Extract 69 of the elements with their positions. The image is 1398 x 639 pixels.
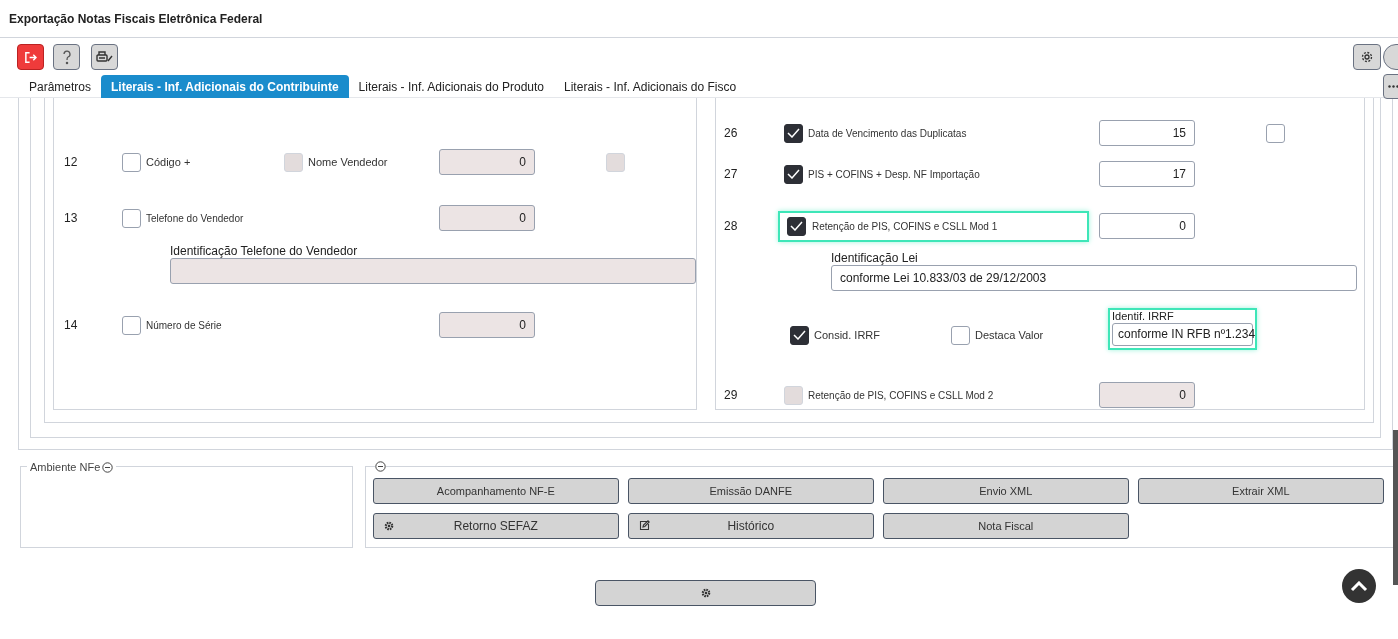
number-field: 0 — [1099, 382, 1195, 408]
text-field[interactable]: conforme Lei 10.833/03 de 29/12/2003 — [831, 265, 1357, 291]
action-button[interactable]: Acompanhamento NF-E — [372, 478, 619, 504]
collapse-icon[interactable] — [102, 461, 114, 473]
settings-icon — [1361, 51, 1373, 63]
action-button[interactable]: Envio XML — [882, 478, 1129, 504]
checkbox[interactable] — [784, 123, 803, 143]
action-button[interactable]: Nota Fiscal — [882, 513, 1129, 539]
collapse-icon[interactable] — [374, 461, 386, 472]
action-button[interactable]: Extrair XML — [1137, 478, 1384, 504]
row-number: 26 — [724, 125, 739, 142]
field-label: Identificação Lei — [831, 251, 919, 265]
checkbox[interactable] — [790, 325, 809, 345]
help-icon — [61, 49, 72, 65]
tab[interactable]: Parâmetros — [19, 75, 102, 98]
checkbox-label: Retenção de PIS, COFINS e CSLL Mod 2 — [808, 388, 994, 403]
checkbox-label: Destaca Valor — [975, 327, 1044, 343]
number-field: 0 — [439, 149, 535, 175]
tab[interactable]: Literais - Inf. Adicionais do Fisco — [554, 75, 747, 98]
field-label: Identificação Telefone do Vendedor — [170, 244, 359, 258]
chevron-up-icon — [1350, 580, 1368, 592]
action-button[interactable]: Emissão DANFE — [627, 478, 874, 504]
tab[interactable]: Literais - Inf. Adicionais do Produto — [348, 75, 555, 98]
checkbox[interactable] — [122, 315, 141, 335]
field-label: Identif. IRRF — [1112, 310, 1175, 323]
checkbox-label: PIS + COFINS + Desp. NF Importação — [808, 167, 980, 182]
tab[interactable]: Literais - Inf. Adicionais do Contribuinte — [101, 75, 349, 98]
checkbox-label: Telefone do Vendedor — [146, 211, 244, 226]
action-button[interactable]: Histórico — [627, 513, 874, 539]
more-icon — [1388, 85, 1398, 88]
checkbox-label: Nome Vendedor — [308, 154, 388, 170]
gear-icon — [383, 521, 394, 531]
row-number: 13 — [64, 210, 79, 227]
help-button[interactable] — [53, 44, 80, 70]
checkbox[interactable] — [122, 152, 141, 172]
number-field[interactable]: 15 — [1099, 120, 1195, 146]
checkbox[interactable] — [787, 216, 806, 236]
exit-button[interactable] — [17, 44, 44, 70]
checkbox[interactable] — [122, 208, 141, 228]
number-field[interactable]: 17 — [1099, 161, 1195, 187]
checkbox-label: Data de Vencimento das Duplicatas — [808, 126, 967, 141]
checkbox[interactable] — [1266, 123, 1285, 143]
exit-icon — [24, 50, 37, 64]
checkbox-label: Número de Série — [146, 318, 222, 333]
number-field: 0 — [439, 205, 535, 231]
row-number: 28 — [724, 218, 739, 235]
window-title: Exportação Notas Fiscais Eletrônica Federal — [9, 10, 263, 28]
row-number: 29 — [724, 387, 739, 404]
panel-legend: Ambiente NFe — [30, 459, 101, 476]
checkbox-label: Retenção de PIS, COFINS e CSLL Mod 1 — [812, 219, 998, 234]
checkbox[interactable] — [784, 164, 803, 184]
edit-icon — [638, 520, 650, 531]
checkbox-label: Código + — [146, 154, 191, 170]
gear-icon — [700, 588, 711, 598]
number-field[interactable]: 0 — [1099, 213, 1195, 239]
settings-button[interactable] — [595, 580, 816, 606]
printer-icon — [96, 51, 113, 63]
number-field: 0 — [439, 312, 535, 338]
text-field[interactable]: conforme IN RFB nº1.234 — [1112, 323, 1253, 346]
scroll-to-top-button[interactable] — [1342, 569, 1376, 603]
settings-button[interactable] — [1353, 44, 1381, 70]
checkbox-label: Consid. IRRF — [814, 327, 881, 343]
row-number: 14 — [64, 317, 79, 334]
action-button[interactable]: Retorno SEFAZ — [372, 513, 619, 539]
scrollbar-thumb[interactable] — [1393, 430, 1398, 585]
checkbox[interactable] — [951, 325, 970, 345]
row-number: 27 — [724, 166, 739, 183]
row-number: 12 — [64, 154, 79, 171]
print-settings-button[interactable] — [91, 44, 118, 70]
